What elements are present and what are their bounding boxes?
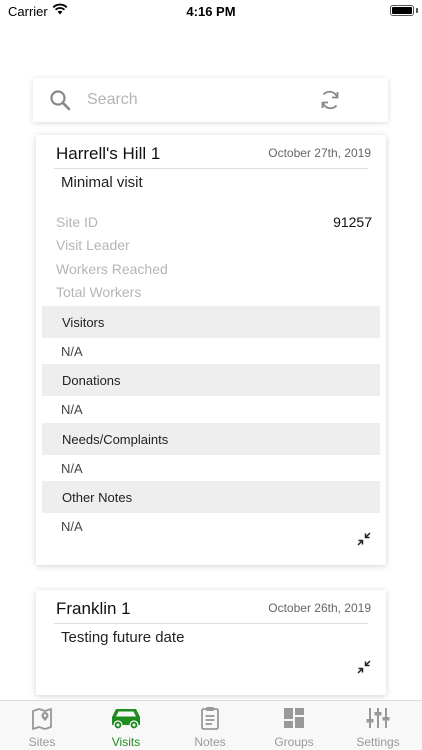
tab-visits[interactable]: Visits	[84, 701, 168, 750]
section-value-donations: N/A	[61, 402, 83, 417]
visit-summary: Minimal visit	[61, 174, 143, 191]
map-icon	[32, 708, 52, 730]
total-workers-label: Total Workers	[56, 284, 142, 300]
tab-label-sites: Sites	[28, 735, 56, 749]
section-header-donations: Donations	[42, 364, 380, 396]
visit-card[interactable]: Franklin 1 October 26th, 2019 Testing fu…	[36, 590, 386, 695]
tab-label-settings: Settings	[356, 735, 400, 749]
visit-date: October 27th, 2019	[268, 146, 371, 160]
visit-site-name: Franklin 1	[56, 599, 131, 618]
collapse-icon[interactable]	[356, 659, 372, 675]
tab-settings[interactable]: Settings	[336, 701, 420, 750]
tab-groups[interactable]: Groups	[252, 701, 336, 750]
site-id-row: Site ID 91257	[56, 214, 372, 234]
section-value-other-notes: N/A	[61, 519, 83, 534]
divider	[54, 623, 368, 624]
tab-label-visits: Visits	[111, 735, 141, 749]
site-id-value: 91257	[333, 214, 372, 230]
battery-tip	[416, 8, 418, 13]
search-input[interactable]	[87, 86, 307, 114]
visit-leader-label: Visit Leader	[56, 237, 130, 253]
battery-icon	[390, 5, 414, 16]
refresh-icon[interactable]	[318, 88, 342, 112]
divider	[54, 168, 368, 169]
status-time: 4:16 PM	[186, 4, 236, 19]
sliders-icon	[366, 708, 390, 728]
site-id-label: Site ID	[56, 214, 99, 230]
status-bar: Carrier 4:16 PM	[0, 0, 422, 22]
collapse-icon[interactable]	[356, 531, 372, 547]
search-bar	[33, 78, 388, 122]
visit-site-name: Harrell's Hill 1	[56, 144, 161, 163]
search-icon[interactable]	[49, 89, 71, 111]
section-value-needs: N/A	[61, 461, 83, 476]
workers-reached-row: Workers Reached	[56, 261, 372, 281]
tab-label-notes: Notes	[194, 735, 226, 749]
visit-date: October 26th, 2019	[268, 601, 371, 615]
section-header-other-notes: Other Notes	[42, 481, 380, 513]
section-header-needs: Needs/Complaints	[42, 423, 380, 455]
tab-notes[interactable]: Notes	[168, 701, 252, 750]
tab-bar: Sites Visits Notes Groups Settings	[0, 700, 422, 750]
tab-label-groups: Groups	[274, 735, 314, 749]
total-workers-row: Total Workers	[56, 284, 372, 304]
tab-sites[interactable]: Sites	[0, 701, 84, 750]
section-header-visitors: Visitors	[42, 306, 380, 338]
workers-reached-label: Workers Reached	[56, 261, 168, 277]
section-value-visitors: N/A	[61, 344, 83, 359]
visit-leader-row: Visit Leader	[56, 237, 372, 257]
visit-summary: Testing future date	[61, 629, 185, 646]
visit-card[interactable]: Harrell's Hill 1 October 27th, 2019 Mini…	[36, 135, 386, 565]
clipboard-icon	[201, 707, 219, 730]
grid-icon	[284, 708, 304, 728]
car-icon	[112, 709, 140, 730]
